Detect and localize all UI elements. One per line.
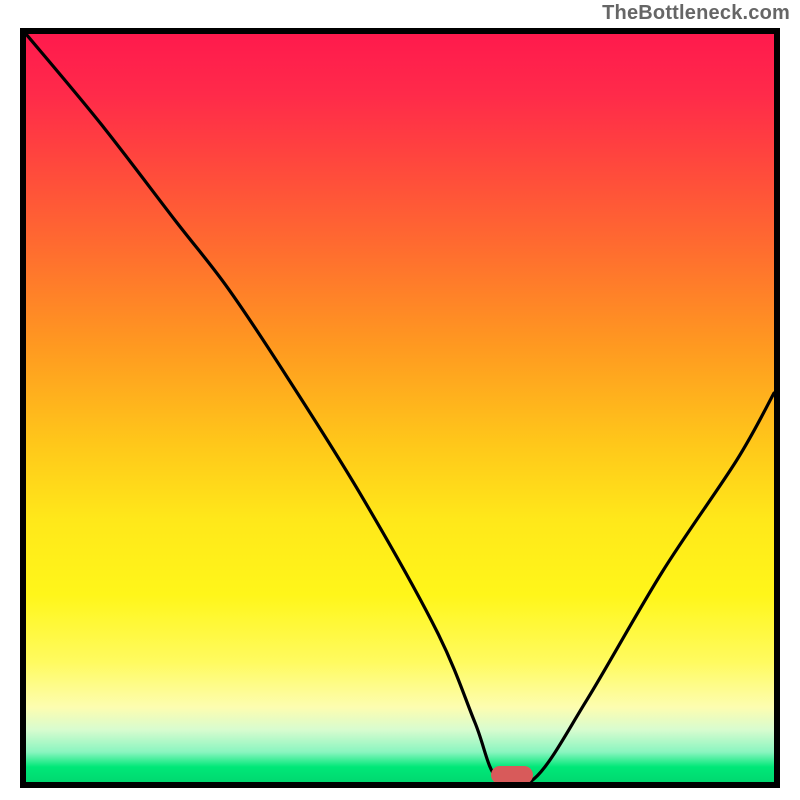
line-plot	[26, 34, 774, 782]
optimum-marker	[491, 766, 533, 784]
bottleneck-curve	[26, 34, 774, 782]
chart-container: TheBottleneck.com	[0, 0, 800, 800]
plot-frame	[20, 28, 780, 788]
watermark-text: TheBottleneck.com	[602, 2, 790, 25]
